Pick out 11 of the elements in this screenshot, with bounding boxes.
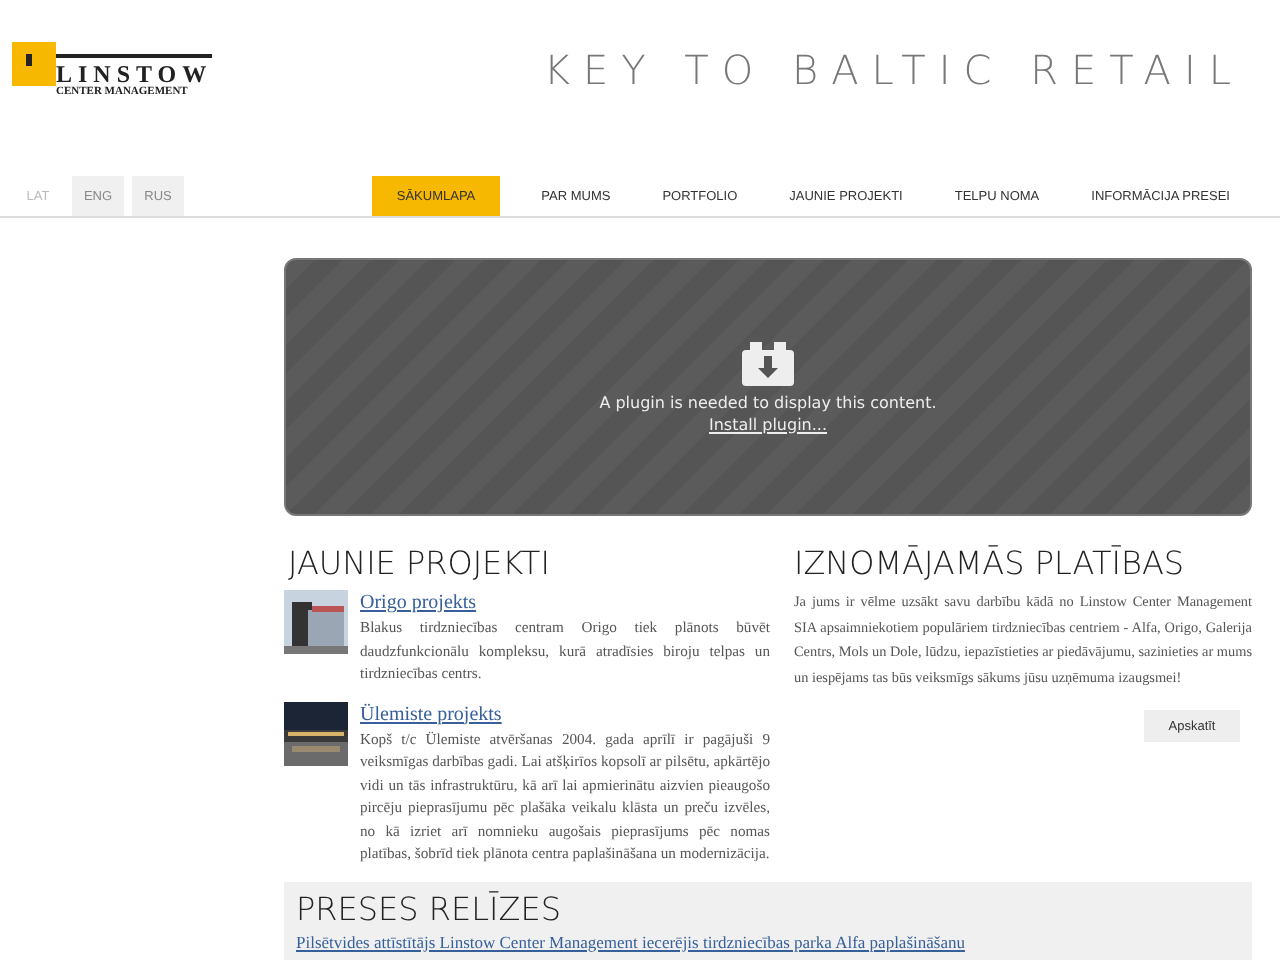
project-link[interactable]: Ülemiste projekts [360, 701, 770, 727]
plugin-message: A plugin is needed to display this content. [599, 393, 937, 411]
tagline: KEY TO BALTIC RETAIL [543, 46, 1244, 94]
section-title: JAUNIE PROJEKTI [288, 544, 552, 582]
section-title: IZNOMĀJAMĀS PLATĪBAS [794, 544, 1187, 582]
section-title: PRESES RELĪZES [296, 889, 563, 927]
press-release-link[interactable]: Pilsētvides attīstītājs Linstow Center Management iecerējis tirdzniecības parka Alfa paplašināšanu [296, 931, 1240, 951]
project-link[interactable]: Origo projekts [360, 590, 770, 616]
install-plugin-link[interactable]: Install plugin... [709, 415, 827, 433]
logo-name: LINSTOW [56, 61, 213, 85]
plugin-download-icon [742, 341, 794, 385]
